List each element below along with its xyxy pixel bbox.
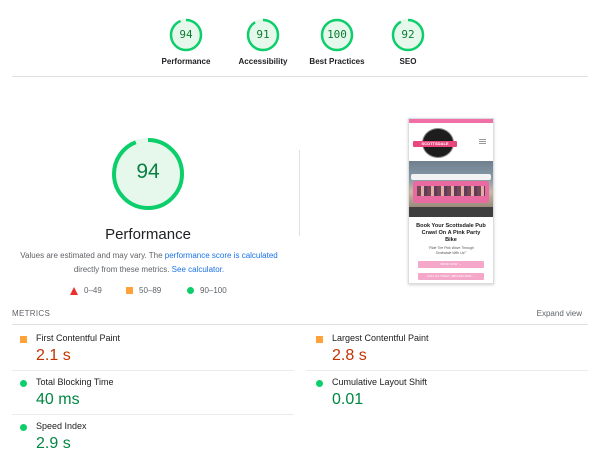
metric-value: 2.9 s [36,435,71,452]
category-gauges: 94 Performance 91 Accessibility 100 Best… [0,0,600,78]
screenshot-header: SCOTTSDALE [409,123,493,161]
legend-pass: 90–100 [187,286,227,295]
description-text: directly from these metrics. [73,265,172,274]
performance-score: 94 [136,160,160,183]
legend-average-label: 50–89 [139,286,162,295]
score-legend: 0–49 50–89 90–100 [70,286,240,298]
metric-name: Cumulative Layout Shift [332,377,428,387]
screenshot-book-button: BOOK NOW → [418,261,484,268]
screenshot-subtext: "Ride The Pink Wave Through Scottsdale W… [428,246,474,255]
metric-value: 2.8 s [332,347,367,364]
party-bike-photo [409,161,493,217]
metric-name: Total Blocking Time [36,377,114,387]
legend-pass-label: 90–100 [200,286,227,295]
expand-view-button[interactable]: Expand view [537,309,582,318]
metric-value: 40 ms [36,391,80,408]
legend-fail: 0–49 [70,286,102,295]
metric-name: Largest Contentful Paint [332,333,429,343]
category-seo[interactable]: 92 SEO [363,18,453,66]
divider [306,370,588,371]
metric-value: 0.01 [332,391,364,408]
divider [12,414,294,415]
vertical-divider [299,150,300,236]
legend-fail-label: 0–49 [84,286,102,295]
pass-circle-icon [20,380,27,387]
pass-circle-icon [316,380,323,387]
screenshot-headline: Book Your Scottsdale Pub Crawl On A Pink… [416,223,486,243]
performance-title: Performance [105,226,191,243]
average-square-icon [20,336,27,343]
divider [12,76,588,77]
performance-description: Values are estimated and may vary. The p… [18,249,280,277]
score-calculation-link[interactable]: performance score is calculated [165,251,278,260]
metrics-label: METRICS [12,309,51,318]
see-calculator-link[interactable]: See calculator. [172,265,224,274]
divider [12,324,588,325]
legend-average: 50–89 [126,286,161,295]
metrics-header: METRICS Expand view [12,309,588,321]
site-logo-text: SCOTTSDALE [413,141,457,147]
metric-name: Speed Index [36,421,87,431]
hamburger-menu-icon [479,139,486,144]
pass-circle-icon [20,424,27,431]
category-score: 92 [401,28,415,41]
triangle-icon [70,286,78,295]
metric-value: 2.1 s [36,347,71,364]
description-text: Values are estimated and may vary. The [20,251,165,260]
circle-icon [187,287,194,294]
final-screenshot[interactable]: SCOTTSDALE Book Your Scottsdale Pub Craw… [408,118,494,284]
category-label: SEO [399,57,417,66]
screenshot-call-button: CALL US TODAY (480) 800-3030 → [418,273,484,280]
divider [12,370,294,371]
metric-name: First Contentful Paint [36,333,121,343]
average-square-icon [316,336,323,343]
square-icon [126,287,133,294]
